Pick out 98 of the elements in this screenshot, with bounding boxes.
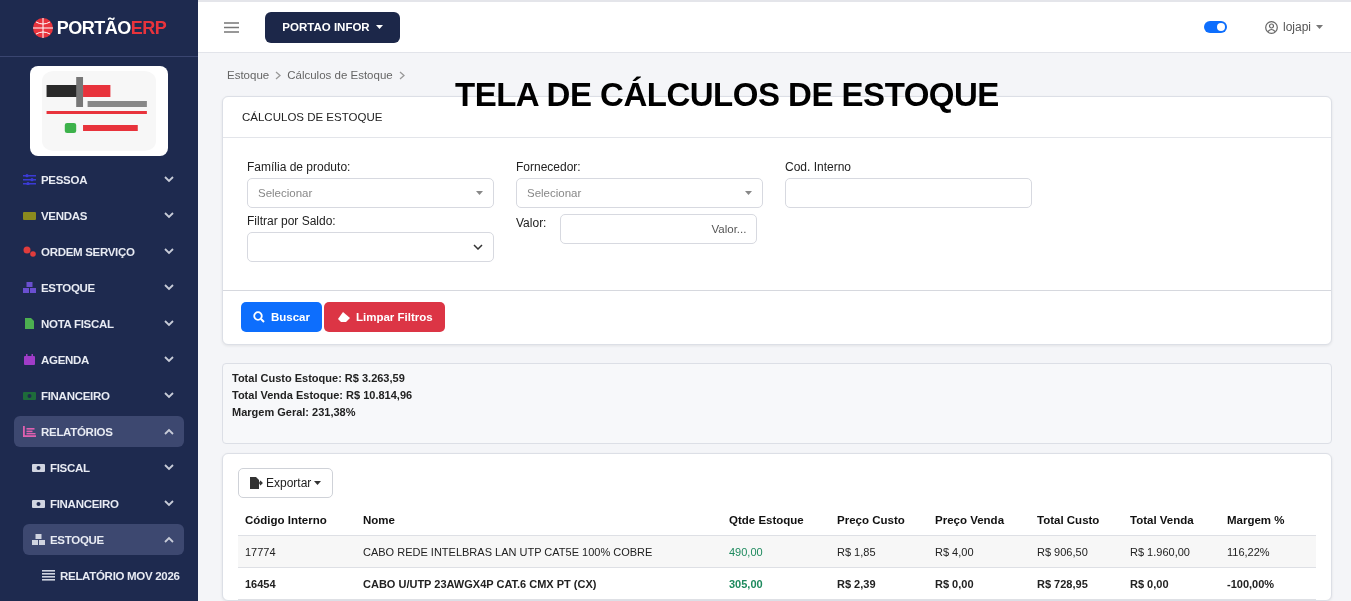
column-header: Qtde Estoque	[729, 513, 805, 526]
input-field[interactable]	[785, 178, 1032, 208]
field-label: Filtrar por Saldo:	[247, 214, 337, 228]
export-button[interactable]: Exportar	[238, 468, 334, 498]
caret-icon	[1316, 25, 1323, 29]
field-label: Valor:	[516, 216, 547, 230]
table-cell-text: R$ 0,00	[935, 577, 975, 590]
menu-icon[interactable]	[224, 21, 239, 33]
column-header: Preço Custo	[837, 513, 906, 526]
field-label: Fornecedor:	[516, 160, 582, 174]
sidebar-item[interactable]: RELATÓRIO MOV 2026	[32, 560, 184, 591]
eraser-icon	[338, 311, 350, 323]
sidebar-item-label: NOTA FISCAL	[41, 317, 115, 330]
user-menu[interactable]: lojapi	[1258, 19, 1329, 35]
chevron-down-icon	[164, 500, 174, 507]
chevron-down-icon	[164, 248, 174, 255]
clear-filters-button[interactable]: Limpar Filtros	[324, 302, 445, 332]
select-field[interactable]	[247, 232, 494, 262]
sidebar-item[interactable]: VENDAS	[14, 200, 184, 231]
sidebar-item-label: ORDEM SERVIÇO	[41, 245, 136, 258]
field-label: Família de produto:	[247, 160, 352, 174]
sidebar-item[interactable]: NOTA FISCAL	[14, 308, 184, 339]
chevron-down-icon	[473, 244, 483, 250]
sidebar-item[interactable]: PESSOA	[14, 164, 184, 195]
chevron-down-icon	[164, 284, 174, 291]
company-dropdown[interactable]: PORTAO INFOR	[265, 11, 400, 43]
total-line: Margem Geral: 231,38%	[232, 406, 357, 418]
chevron-up-icon	[164, 428, 174, 435]
sidebar-item-label: RELATÓRIO MOV 2026	[60, 569, 180, 582]
chevron-down-icon	[164, 392, 174, 399]
sidebar-item-label: FINANCEIRO	[50, 497, 120, 510]
column-header: Código Interno	[245, 513, 328, 526]
user-icon	[1264, 20, 1278, 34]
sidebar-item-label: ESTOQUE	[41, 281, 96, 294]
file-export-icon	[250, 477, 263, 489]
total-line: Total Venda Estoque: R$ 10.814,96	[232, 389, 414, 401]
sidebar-item-label: ESTOQUE	[50, 533, 105, 546]
table-cell-text: -100,00%	[1227, 577, 1276, 590]
search-icon	[253, 311, 265, 323]
table-cell-text: R$ 728,95	[1037, 577, 1089, 590]
table-cell-text: 16454	[245, 577, 277, 590]
column-header: Preço Venda	[935, 513, 1006, 526]
sidebar-item[interactable]: ESTOQUE	[14, 272, 184, 303]
column-header: Total Custo	[1037, 513, 1101, 526]
brand-suffix: ERP	[130, 17, 167, 39]
sidebar-item-label: RELATÓRIOS	[41, 425, 114, 438]
chevron-up-icon	[164, 536, 174, 543]
sidebar-item-label: AGENDA	[41, 353, 91, 366]
chevron-down-icon	[164, 320, 174, 327]
card-title: CÁLCULOS DE ESTOQUE	[242, 111, 383, 123]
column-header: Margem %	[1227, 513, 1286, 526]
chevron-right-icon	[275, 70, 282, 80]
table-cell-text: R$ 4,00	[935, 545, 975, 558]
breadcrumb-link[interactable]: Cálculos de Estoque	[287, 69, 393, 81]
table-cell-text: R$ 906,50	[1037, 545, 1089, 558]
chevron-down-icon	[164, 212, 174, 219]
chevron-down-icon	[164, 356, 174, 363]
sidebar-item-label: VENDAS	[41, 209, 89, 222]
table-cell-text: R$ 0,00	[1130, 577, 1170, 590]
caret-icon	[314, 481, 322, 485]
column-header: Total Venda	[1130, 513, 1195, 526]
globe-icon	[31, 17, 54, 39]
column-header: Nome	[363, 513, 396, 526]
sidebar-item[interactable]: FINANCEIRO	[23, 488, 184, 519]
select-field[interactable]: Selecionar	[247, 178, 494, 208]
chevron-right-icon	[398, 70, 405, 80]
sidebar-item[interactable]: ESTOQUE	[23, 524, 184, 555]
table-cell-text: R$ 1,85	[837, 545, 877, 558]
table-cell-text: 305,00	[729, 577, 764, 590]
sidebar-item[interactable]: AGENDA	[14, 344, 184, 375]
table-cell-text: 116,22%	[1227, 545, 1271, 558]
sidebar-item[interactable]: ORDEM SERVIÇO	[14, 236, 184, 267]
select-field[interactable]: Selecionar	[516, 178, 763, 208]
search-button[interactable]: Buscar	[241, 302, 322, 332]
sidebar-item-label: FISCAL	[50, 461, 91, 474]
chevron-down-icon	[164, 464, 174, 471]
chevron-down-icon	[164, 176, 174, 183]
sidebar-item[interactable]: FINANCEIRO	[14, 380, 184, 411]
table-cell-text: CABO U/UTP 23AWGX4P CAT.6 CMX PT (CX)	[363, 577, 598, 590]
sidebar-item[interactable]: FISCAL	[23, 452, 184, 483]
input-field[interactable]: Valor...	[560, 214, 758, 244]
caret-icon	[476, 191, 483, 195]
table-cell-text: CABO REDE INTELBRAS LAN UTP CAT5E 100% COBRE	[363, 545, 654, 558]
breadcrumb-link[interactable]: Estoque	[227, 69, 270, 81]
field-label: Cod. Interno	[785, 160, 853, 174]
caret-icon	[375, 25, 383, 29]
sidebar-item[interactable]: RELATÓRIOS	[14, 416, 184, 447]
table-cell-text: R$ 2,39	[837, 577, 877, 590]
table-cell-text: R$ 1.960,00	[1130, 545, 1191, 558]
table-cell-text: 17774	[245, 545, 277, 558]
caret-icon	[745, 191, 752, 195]
brand-name: PORTÃO	[56, 17, 131, 39]
toggle-switch[interactable]	[1203, 21, 1227, 33]
table-cell-text: 490,00	[729, 545, 764, 558]
sidebar-item-label: PESSOA	[41, 173, 89, 186]
total-line: Total Custo Estoque: R$ 3.263,59	[232, 372, 406, 384]
sidebar-item-label: FINANCEIRO	[41, 389, 111, 402]
page-title: TELA DE CÁLCULOS DE ESTOQUE	[455, 76, 999, 114]
